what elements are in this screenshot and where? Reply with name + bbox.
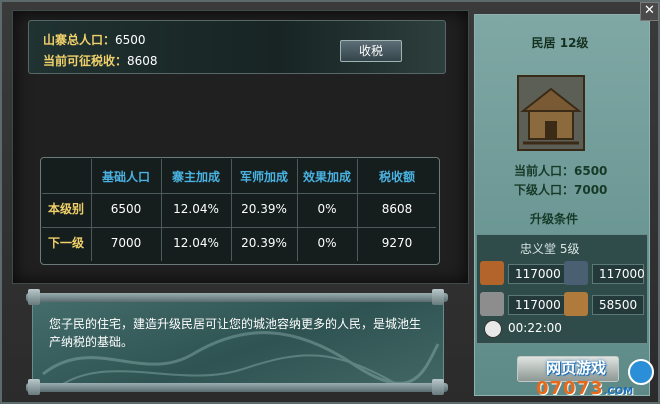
required-building: 忠义堂 5级 [520, 242, 580, 256]
population-value: 6500 [115, 33, 146, 47]
current-population: 当前人口：6500 [514, 164, 608, 178]
grain-cost: 58500 [592, 295, 644, 315]
col-header-base-population: 基础人口 [101, 170, 150, 184]
tax-line: 当前可征税收：8608 [43, 52, 158, 69]
iron-icon [480, 292, 504, 316]
col-header-advisor-bonus: 军师加成 [239, 170, 288, 184]
table-cell: 7000 [110, 236, 142, 250]
col-header-effect-bonus: 效果加成 [302, 170, 351, 184]
close-icon: ✕ [644, 3, 655, 18]
build-time: 00:22:00 [508, 321, 562, 335]
col-header-leader-bonus: 寨主加成 [171, 170, 220, 184]
wood-cost: 117000 [508, 264, 566, 284]
table-cell: 0% [317, 236, 337, 250]
scroll-knob [432, 379, 444, 395]
table-cell: 12.04% [173, 202, 219, 216]
table-cell: 0% [317, 202, 337, 216]
scroll-rod-bottom [26, 383, 448, 392]
collect-tax-button[interactable]: 收税 [340, 40, 402, 62]
building-house-image [517, 75, 585, 151]
row-label-next: 下一级 [47, 236, 84, 250]
watermark-line2: 07073.COM [536, 378, 633, 399]
close-button[interactable]: ✕ [640, 2, 659, 21]
watermark-suffix: .COM [603, 386, 634, 397]
building-title: 民居 12级 [531, 36, 589, 50]
tax-value: 8608 [127, 54, 158, 68]
stone-icon [564, 261, 588, 285]
table-cell: 20.39% [241, 202, 287, 216]
grain-icon [564, 292, 588, 316]
col-header-tax-amount: 税收额 [378, 170, 415, 184]
next-population: 下级人口：7000 [514, 183, 608, 197]
table-cell: 8608 [381, 202, 413, 216]
table-cell: 20.39% [241, 236, 287, 250]
watermark-line1: 网页游戏 [546, 359, 607, 377]
clock-icon [484, 320, 502, 338]
wood-icon [480, 261, 504, 285]
table-cell: 9270 [381, 236, 413, 250]
scroll-rod-top [26, 293, 448, 302]
scroll-knob [432, 289, 444, 305]
description-panel: 您子民的住宅，建造升级民居可让您的城池容纳更多的人民，是城池生产纳税的基础。 [32, 293, 444, 389]
upgrade-conditions-title: 升级条件 [530, 212, 579, 226]
row-label-current: 本级别 [47, 202, 84, 216]
tax-label: 当前可征税收： [43, 54, 128, 68]
watermark-logo: 网页游戏 07073.COM [536, 355, 656, 403]
scroll-knob [28, 289, 40, 305]
iron-cost: 117000 [508, 295, 566, 315]
building-description: 您子民的住宅，建造升级民居可让您的城池容纳更多的人民，是城池生产纳税的基础。 [49, 317, 422, 349]
scroll-knob [28, 379, 40, 395]
table-cell: 6500 [110, 202, 142, 216]
table-cell: 12.04% [173, 236, 219, 250]
watermark-domain: 07073 [536, 378, 604, 399]
stone-cost: 117000 [592, 264, 645, 284]
population-line: 山寨总人口：6500 [43, 31, 146, 48]
house-icon [519, 77, 583, 149]
population-label: 山寨总人口： [43, 33, 116, 47]
